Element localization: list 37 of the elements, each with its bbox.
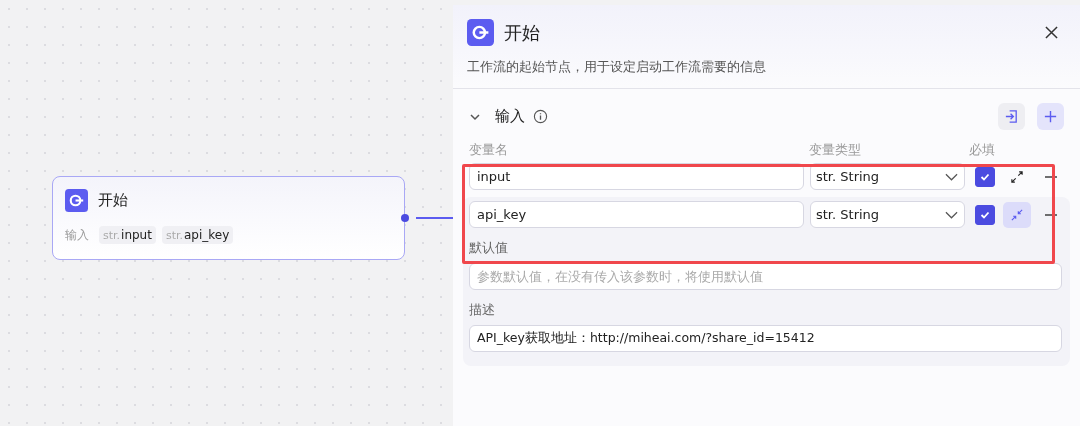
column-header: 变量名 xyxy=(469,142,509,159)
default-value-field[interactable]: 参数默认值，在没有传入该参数时，将使用默认值 xyxy=(469,263,1062,290)
node-title: 开始 xyxy=(98,191,128,210)
output-port[interactable] xyxy=(401,214,409,222)
info-icon[interactable] xyxy=(533,109,548,124)
import-button[interactable] xyxy=(998,103,1025,130)
section-title: 输入 xyxy=(495,107,525,126)
variable-name-field[interactable]: api_key xyxy=(469,201,804,228)
column-header: 必填 xyxy=(969,142,995,159)
variable-name-field[interactable]: input xyxy=(469,163,804,190)
caret-icon xyxy=(945,172,958,181)
type-select[interactable]: str. String xyxy=(810,201,965,228)
panel-description: 工作流的起始节点，用于设定启动工作流需要的信息 xyxy=(467,59,767,76)
start-node-icon xyxy=(65,189,88,212)
expand-icon xyxy=(1011,170,1023,183)
field-label: 默认值 xyxy=(469,240,509,257)
panel-title: 开始 xyxy=(504,20,541,45)
input-chip: str.api_key xyxy=(161,226,234,244)
column-header: 变量类型 xyxy=(809,142,862,159)
inputs-label: 输入 xyxy=(65,226,89,244)
start-node-icon xyxy=(467,19,494,46)
required-checkbox[interactable] xyxy=(975,204,995,225)
close-icon[interactable] xyxy=(1045,26,1058,39)
type-select[interactable]: str. String xyxy=(810,163,965,190)
required-checkbox[interactable] xyxy=(975,166,995,187)
add-button[interactable] xyxy=(1037,103,1064,130)
collapse-button[interactable] xyxy=(1003,201,1031,228)
connector-line xyxy=(416,217,456,219)
remove-icon[interactable] xyxy=(1045,175,1057,178)
remove-icon[interactable] xyxy=(1045,213,1057,216)
collapse-icon xyxy=(1011,208,1023,221)
caret-icon xyxy=(945,210,958,219)
field-label: 描述 xyxy=(469,302,496,319)
import-icon xyxy=(1004,109,1019,124)
description-field[interactable]: API_key获取地址：http://miheai.com/?share_id=15412 xyxy=(469,325,1062,352)
plus-icon xyxy=(1043,109,1058,124)
input-chip: str.input xyxy=(99,226,156,244)
